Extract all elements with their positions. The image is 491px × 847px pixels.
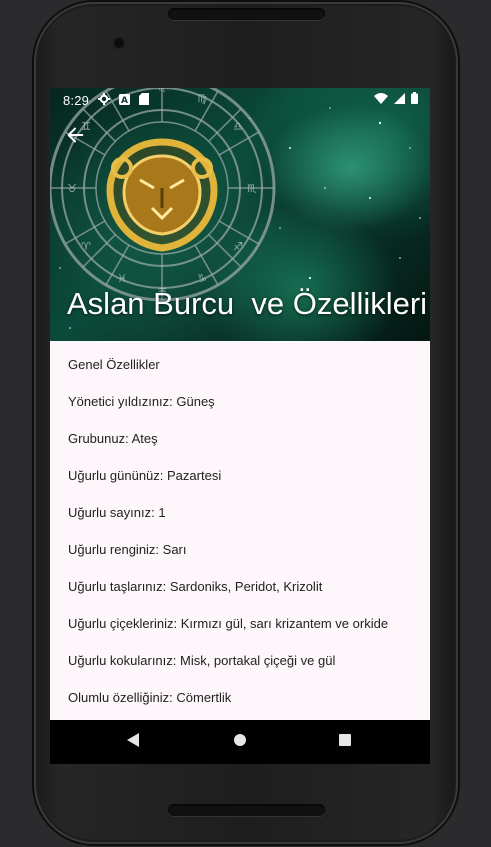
bottom-speaker — [168, 804, 325, 816]
list-item: Olumlu özelliğiniz: Cömertlik — [68, 690, 232, 705]
arrow-left-icon — [67, 127, 84, 143]
system-nav-bar — [50, 720, 430, 764]
header-image: ♌♍♎ ♏♐♑ ♒♓♈ ♉♊♋ 8:29 A — [50, 88, 430, 341]
list-item: Uğurlu gününüz: Pazartesi — [68, 468, 222, 483]
svg-text:♎: ♎ — [233, 120, 243, 133]
battery-icon — [411, 92, 418, 107]
list-item: Uğurlu kokularınız: Misk, portakal çiçeğ… — [68, 653, 336, 668]
svg-text:♐: ♐ — [233, 240, 243, 253]
list-item: Uğurlu sayınız: 1 — [68, 505, 166, 520]
svg-text:A: A — [121, 96, 128, 105]
page-title: Aslan Burcu ve Özellikleri — [67, 286, 428, 321]
nav-recents-button[interactable] — [338, 732, 352, 753]
recents-square-icon — [339, 734, 351, 746]
wifi-icon — [374, 92, 388, 107]
svg-text:♑: ♑ — [197, 272, 207, 285]
gold-lion-emblem — [106, 138, 218, 252]
a-box-icon: A — [119, 93, 131, 108]
nav-back-button[interactable] — [126, 732, 140, 753]
nav-home-button[interactable] — [233, 732, 247, 753]
app-screen: ♌♍♎ ♏♐♑ ♒♓♈ ♉♊♋ 8:29 A — [50, 88, 430, 764]
svg-text:♉: ♉ — [67, 182, 77, 195]
status-time: 8:29 — [63, 92, 90, 108]
list-item: Grubunuz: Ateş — [68, 431, 158, 446]
home-circle-icon — [234, 734, 246, 746]
list-item: Yönetici yıldızınız: Güneş — [68, 394, 215, 409]
back-arrow-button[interactable] — [64, 124, 88, 148]
gear-icon — [98, 92, 111, 108]
svg-text:♓: ♓ — [117, 272, 127, 285]
status-bar: 8:29 A — [50, 88, 430, 112]
svg-text:♈: ♈ — [81, 240, 91, 253]
list-item: Genel Özellikler — [68, 357, 160, 372]
sd-card-icon — [139, 92, 150, 108]
list-item: Uğurlu taşlarınız: Sardoniks, Peridot, K… — [68, 579, 323, 594]
list-item: Uğurlu renginiz: Sarı — [68, 542, 187, 557]
front-camera — [114, 38, 124, 48]
features-list: Genel Özellikler Yönetici yıldızınız: Gü… — [50, 341, 430, 711]
list-item: Uğurlu çiçekleriniz: Kırmızı gül, sarı k… — [68, 616, 389, 631]
back-triangle-icon — [127, 733, 139, 747]
zodiac-wheel-image: ♌♍♎ ♏♐♑ ♒♓♈ ♉♊♋ — [50, 88, 276, 302]
svg-text:♏: ♏ — [247, 182, 257, 195]
top-speaker — [168, 8, 325, 20]
signal-icon — [394, 92, 405, 107]
